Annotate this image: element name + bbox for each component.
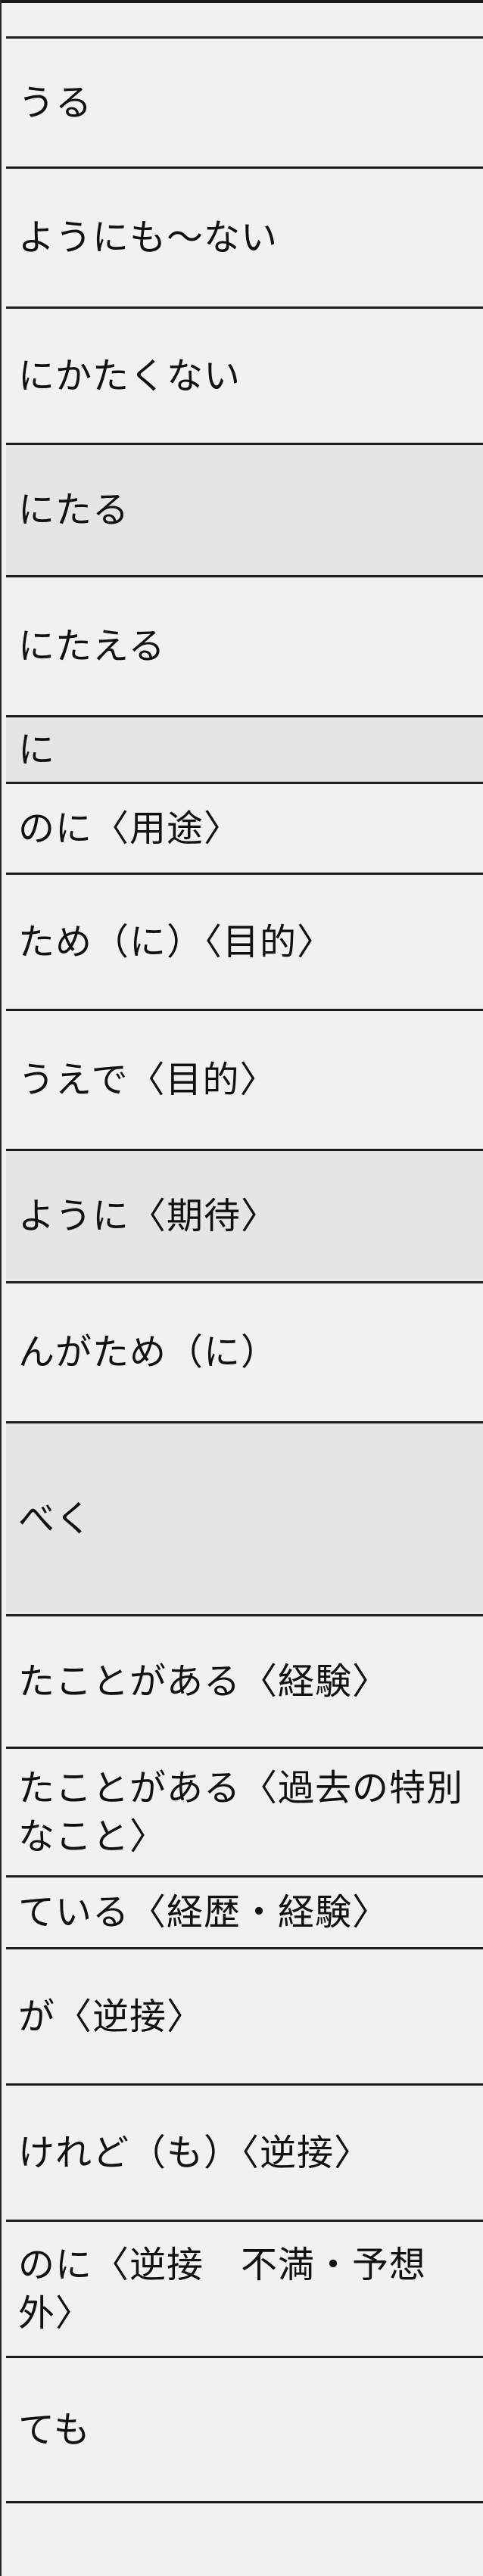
table-row: ようにも〜ない — [6, 166, 483, 306]
row-text: が〈逆接〉 — [18, 1995, 204, 2038]
table-row: ても — [6, 2356, 483, 2503]
row-text: のに〈用途〉 — [18, 807, 242, 850]
table-row: けれど（も）〈逆接〉 — [6, 2083, 483, 2220]
table-row: のに〈用途〉 — [6, 782, 483, 873]
row-text: のに〈逆接 不満・予想外〉 — [18, 2243, 427, 2335]
table-row: たことがある〈経験〉 — [6, 1614, 483, 1747]
row-text: に — [18, 728, 56, 771]
table-row: にたる — [6, 443, 483, 575]
table-row: うえで〈目的〉 — [6, 1009, 483, 1149]
row-text: べく — [18, 1498, 93, 1540]
row-text: にたえる — [18, 625, 166, 667]
table-row: べく — [6, 1421, 483, 1614]
row-text: にたる — [18, 489, 130, 531]
row-text: たことがある〈過去の特別なこと〉 — [18, 1766, 464, 1858]
row-text: うる — [18, 81, 93, 124]
page: うる ようにも〜ない にかたくない にたる にたえる に のに〈用途〉 ため（に… — [0, 0, 483, 2576]
row-text: ようにも〜ない — [18, 216, 279, 259]
table-row: うる — [6, 36, 483, 166]
table-row: ている〈経歴・経験〉 — [6, 1875, 483, 1947]
row-text: ても — [18, 2408, 91, 2451]
table-row: が〈逆接〉 — [6, 1947, 483, 2083]
row-text: んがため（に） — [18, 1331, 279, 1374]
row-text: ように〈期待〉 — [18, 1195, 279, 1237]
table-row: にたえる — [6, 575, 483, 715]
table-row: たことがある〈過去の特別なこと〉 — [6, 1747, 483, 1875]
grammar-table: うる ようにも〜ない にかたくない にたる にたえる に のに〈用途〉 ため（に… — [6, 36, 483, 2503]
row-text: にかたくない — [18, 354, 242, 397]
table-row: ように〈期待〉 — [6, 1149, 483, 1281]
left-rule — [0, 0, 2, 2576]
row-text: うえで〈目的〉 — [18, 1059, 277, 1101]
table-row: に — [6, 715, 483, 782]
row-text: たことがある〈経験〉 — [18, 1660, 390, 1703]
top-rule — [0, 0, 483, 3]
table-row: にかたくない — [6, 306, 483, 443]
table-row: んがため（に） — [6, 1281, 483, 1421]
table-row: ため（に）〈目的〉 — [6, 873, 483, 1009]
row-text: ている〈経歴・経験〉 — [18, 1891, 390, 1934]
row-text: けれど（も）〈逆接〉 — [18, 2131, 372, 2174]
table-row: のに〈逆接 不満・予想外〉 — [6, 2220, 483, 2356]
row-text: ため（に）〈目的〉 — [18, 920, 335, 963]
